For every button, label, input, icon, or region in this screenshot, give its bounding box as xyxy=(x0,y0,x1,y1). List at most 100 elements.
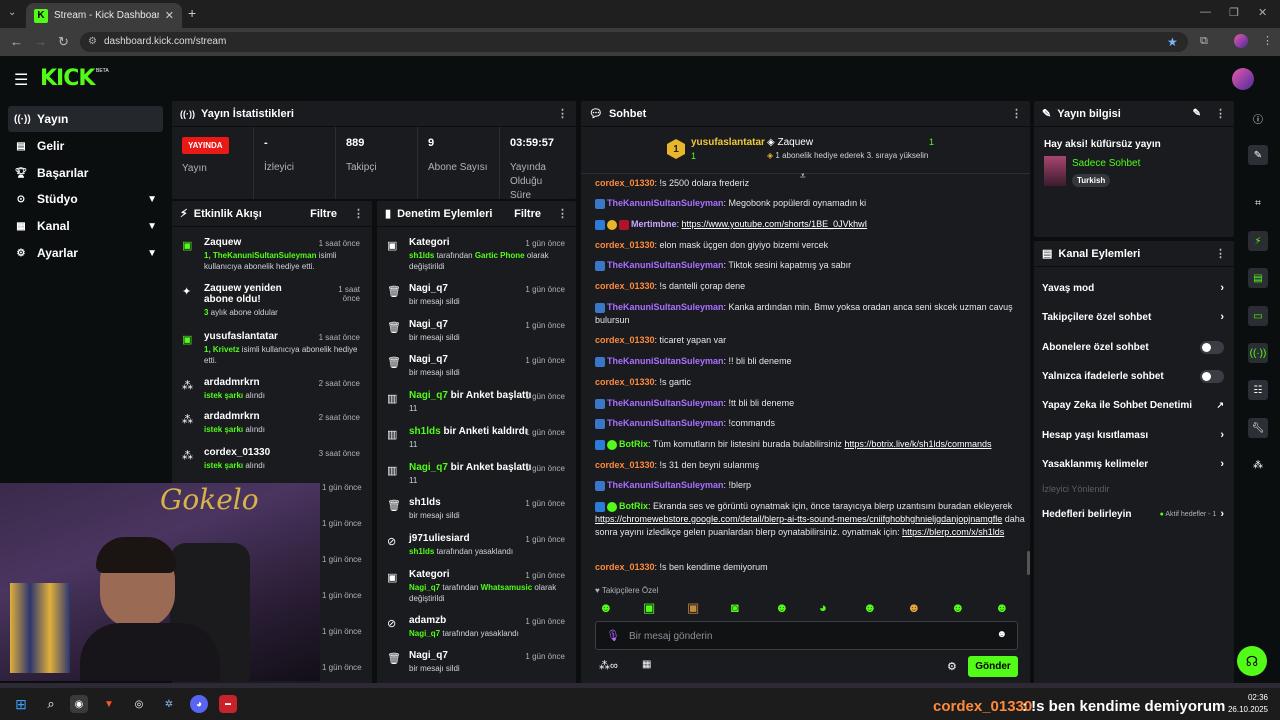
set-goals-row[interactable]: Hedefleri belirleyin ● Aktif hedefler - … xyxy=(1034,500,1232,528)
browser-menu-icon[interactable]: ⋮ xyxy=(1262,34,1273,47)
emote-button[interactable]: ◕ xyxy=(819,600,827,615)
url-field[interactable]: ⚙ dashboard.kick.com/stream xyxy=(80,32,1188,52)
edit-icon[interactable]: ✎ xyxy=(1193,108,1201,119)
extensions-icon[interactable]: ⧉ xyxy=(1200,35,1208,48)
clock-time: 02:36 xyxy=(1247,693,1268,702)
close-tab-icon[interactable]: ✕ xyxy=(165,9,174,22)
support-headset-icon[interactable]: ☊ xyxy=(1237,646,1267,676)
emote-button[interactable]: ☻ xyxy=(863,600,877,615)
sparkle-icon: ✦ xyxy=(182,286,192,298)
sidebar-item-yayin[interactable]: ((·)) Yayın xyxy=(8,106,163,132)
studio-icon: ⊙ xyxy=(16,193,26,205)
slow-mode-row[interactable]: Yavaş mod › xyxy=(1034,274,1232,302)
document-icon[interactable]: ▤ xyxy=(1248,268,1268,288)
category-link[interactable]: Sadece Sohbet xyxy=(1072,158,1140,169)
emotes-only-toggle[interactable] xyxy=(1200,369,1224,383)
subscribers-only-toggle[interactable] xyxy=(1200,340,1224,354)
sidebar-item-gelir[interactable]: ▤ Gelir xyxy=(8,133,163,159)
chat-scrollbar[interactable] xyxy=(1027,551,1030,575)
tab-search-icon[interactable]: ⌄ xyxy=(8,7,16,18)
emote-button[interactable]: ☻ xyxy=(775,600,789,615)
chat-message: cordex_01330: !s dantelli çorap dene xyxy=(595,281,746,291)
lightning-icon[interactable]: ⚡︎ xyxy=(1248,231,1268,251)
discord-icon[interactable]: ◕ xyxy=(190,695,208,713)
kick-favicon-icon: K xyxy=(34,8,48,23)
filter-button[interactable]: Filtre xyxy=(514,208,541,220)
more-options-icon[interactable]: ⋮ xyxy=(557,207,568,220)
chat-panel: 💬︎ Sohbet ⋮ 1 yusufaslantatar 1 ◈ Zaquew… xyxy=(581,101,1030,686)
back-icon[interactable]: ← xyxy=(10,34,23,49)
trash-icon: 🗑︎ xyxy=(387,357,401,369)
emote-button[interactable]: ☻ xyxy=(951,600,965,615)
emote-button[interactable]: ▣ xyxy=(687,600,699,616)
language-tag: Turkish xyxy=(1072,174,1111,187)
browser-tab[interactable]: K Stream - Kick Dashboard ✕ xyxy=(26,3,182,28)
send-button[interactable]: Gönder xyxy=(968,656,1018,677)
ai-moderation-row[interactable]: Yapay Zeka ile Sohbet Denetimi ↗ xyxy=(1034,391,1232,419)
chrome-icon[interactable]: ◉ xyxy=(70,695,88,713)
windows-start-icon[interactable]: ⊞ xyxy=(12,695,30,713)
new-tab-icon[interactable]: + xyxy=(188,5,196,21)
broadcast-icon[interactable]: ((·)) xyxy=(1248,343,1268,363)
sidebar-item-kanal[interactable]: ▦ Kanal ▼ xyxy=(8,213,163,239)
chat-input[interactable]: 🎙︎ Bir mesaj gönderin ☻ xyxy=(595,621,1018,650)
chat-icon[interactable]: ▭ xyxy=(1248,306,1268,326)
more-options-icon[interactable]: ⋮ xyxy=(353,207,364,220)
search-icon[interactable]: ⌕ xyxy=(42,695,60,713)
edit-panel-icon[interactable]: ✎ xyxy=(1248,145,1268,165)
obs-icon[interactable]: ◎ xyxy=(130,695,148,713)
chat-settings-icon[interactable]: ⚙ xyxy=(947,660,957,673)
user-avatar[interactable] xyxy=(1232,68,1254,90)
wrench-icon[interactable]: 🔧︎ xyxy=(1248,418,1268,438)
panel-title: Kanal Eylemleri xyxy=(1058,247,1141,260)
more-options-icon[interactable]: ⋮ xyxy=(1215,247,1226,260)
second-gifter: ◈ Zaquew xyxy=(767,137,814,148)
feed-item: ⁂ cordex_01330 istek şarkı alındı 3 saat… xyxy=(182,447,360,470)
sidebar-item-studyo[interactable]: ⊙ Stüdyo ▼ xyxy=(8,186,163,212)
brave-icon[interactable]: ▼ xyxy=(100,695,118,713)
reload-icon[interactable]: ↻ xyxy=(58,34,69,50)
panel-header: ⚡︎ Etkinlik Akışı Filtre ⋮ xyxy=(172,201,372,227)
points-icon[interactable]: ⁂ xyxy=(1248,455,1268,475)
store-icon[interactable]: ▦ xyxy=(642,659,651,670)
chat-link[interactable]: https://blerp.com/x/sh1lds xyxy=(902,527,1004,537)
chevron-down-icon: ▼ xyxy=(147,247,157,259)
followers-only-row[interactable]: Takipçilere özel sohbet › xyxy=(1034,303,1232,331)
info-icon[interactable]: ⓘ xyxy=(1248,108,1268,128)
app-icon[interactable]: ▬ xyxy=(219,695,237,713)
steam-icon[interactable]: ✲ xyxy=(160,695,178,713)
emote-button[interactable]: ▣ xyxy=(643,600,655,616)
chat-link[interactable]: https://chromewebstore.google.com/detail… xyxy=(595,514,1002,524)
bookmark-star-icon[interactable]: ★ xyxy=(1167,35,1178,49)
chat-link[interactable]: https://botrix.live/k/sh1lds/commands xyxy=(844,439,991,449)
microphone-icon[interactable]: 🎙︎ xyxy=(606,629,620,642)
screenshot-icon[interactable]: ⌗ xyxy=(1248,193,1268,213)
top-gifter-name: yusufaslantatar xyxy=(691,137,765,148)
more-options-icon[interactable]: ⋮ xyxy=(1215,107,1226,120)
sidebar-item-ayarlar[interactable]: ⚙ Ayarlar ▼ xyxy=(8,240,163,266)
emote-button[interactable]: ☻ xyxy=(599,600,613,615)
emoji-icon[interactable]: ☻ xyxy=(996,629,1007,640)
emote-button[interactable]: ☻ xyxy=(907,600,921,615)
points-icon[interactable]: ⁂∞ xyxy=(599,659,618,672)
kick-logo[interactable]: KICK xyxy=(40,66,95,91)
chat-link[interactable]: https://www.youtube.com/shorts/1BE_0JVkh… xyxy=(682,219,868,229)
forward-icon[interactable]: → xyxy=(34,34,47,49)
minimize-icon[interactable]: — xyxy=(1200,6,1211,18)
profile-avatar[interactable] xyxy=(1234,34,1248,48)
emote-button[interactable]: ◙ xyxy=(731,600,739,615)
banned-words-row[interactable]: Yasaklanmış kelimeler › xyxy=(1034,450,1232,478)
more-options-icon[interactable]: ⋮ xyxy=(557,107,568,120)
filter-button[interactable]: Filtre xyxy=(310,208,337,220)
more-options-icon[interactable]: ⋮ xyxy=(1011,107,1022,120)
hamburger-menu-icon[interactable]: ☰ xyxy=(14,70,28,90)
maximize-icon[interactable]: ❐ xyxy=(1229,6,1239,19)
site-info-icon[interactable]: ⚙ xyxy=(88,36,97,47)
sidebar-item-basarilar[interactable]: 🏆︎ Başarılar xyxy=(8,160,163,186)
layout-icon[interactable]: ☷ xyxy=(1248,380,1268,400)
close-window-icon[interactable]: ✕ xyxy=(1258,6,1267,19)
gift-hint: ◈ 1 abonelik hediye ederek 3. sıraya yük… xyxy=(767,151,929,160)
account-age-row[interactable]: Hesap yaşı kısıtlaması › xyxy=(1034,421,1232,449)
category-icon: ▣ xyxy=(387,572,398,584)
emote-button[interactable]: ☻ xyxy=(995,600,1009,615)
